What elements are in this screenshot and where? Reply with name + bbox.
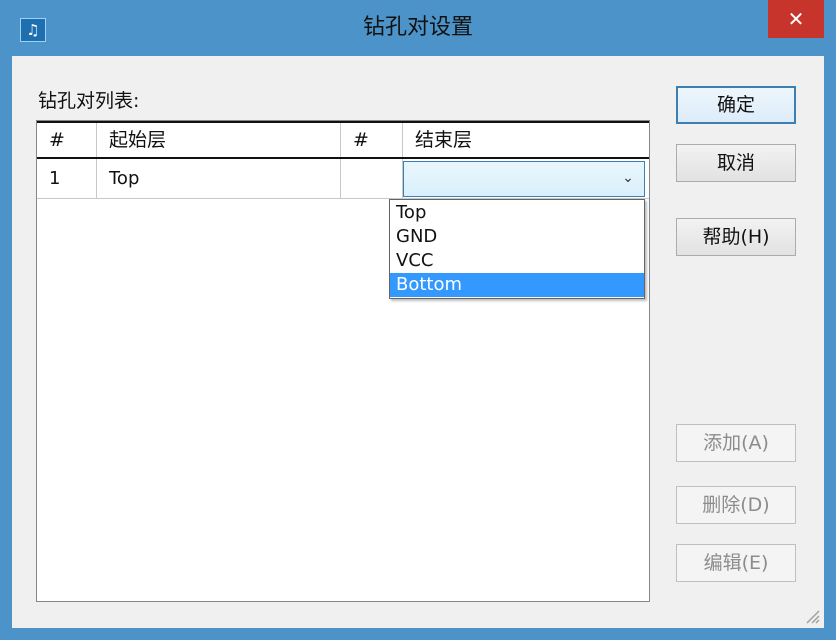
resize-grip-icon[interactable] — [802, 606, 820, 624]
grid-header: # 起始层 # 结束层 — [37, 121, 649, 159]
column-header-num-end[interactable]: # — [341, 123, 403, 157]
help-button[interactable]: 帮助(H) — [676, 218, 796, 256]
column-header-start-layer[interactable]: 起始层 — [97, 123, 341, 157]
row-num-start: 1 — [37, 159, 97, 198]
column-header-end-layer[interactable]: 结束层 — [403, 123, 649, 157]
dialog-client-area: 钻孔对列表: # 起始层 # 结束层 1 Top ⌄ 确定 取消 帮助(H) 添… — [12, 56, 824, 628]
edit-button[interactable]: 编辑(E) — [676, 544, 796, 582]
close-button[interactable]: ✕ — [768, 0, 824, 38]
title-bar[interactable]: ♫ 钻孔对设置 ✕ — [0, 0, 836, 56]
close-icon: ✕ — [787, 7, 805, 31]
drill-pair-grid[interactable]: # 起始层 # 结束层 1 Top ⌄ — [36, 120, 650, 602]
drill-pair-list-label: 钻孔对列表: — [38, 90, 140, 112]
dialog-window: ♫ 钻孔对设置 ✕ 钻孔对列表: # 起始层 # 结束层 1 Top ⌄ 确定 … — [0, 0, 836, 640]
column-header-num-start[interactable]: # — [37, 123, 97, 157]
table-row[interactable]: 1 Top ⌄ — [37, 159, 649, 199]
delete-button[interactable]: 删除(D) — [676, 486, 796, 524]
end-layer-dropdown-list[interactable]: Top GND VCC Bottom — [389, 199, 645, 299]
add-button[interactable]: 添加(A) — [676, 424, 796, 462]
row-num-end — [341, 159, 403, 198]
cancel-button[interactable]: 取消 — [676, 144, 796, 182]
dropdown-option-vcc[interactable]: VCC — [390, 249, 644, 273]
ok-button[interactable]: 确定 — [676, 86, 796, 124]
dropdown-option-bottom[interactable]: Bottom — [390, 273, 644, 297]
dropdown-option-gnd[interactable]: GND — [390, 225, 644, 249]
row-start-layer[interactable]: Top — [97, 159, 341, 198]
end-layer-combobox[interactable]: ⌄ — [403, 161, 645, 197]
window-title: 钻孔对设置 — [362, 15, 473, 40]
dropdown-option-top[interactable]: Top — [390, 201, 644, 225]
chevron-down-icon[interactable]: ⌄ — [620, 168, 636, 188]
